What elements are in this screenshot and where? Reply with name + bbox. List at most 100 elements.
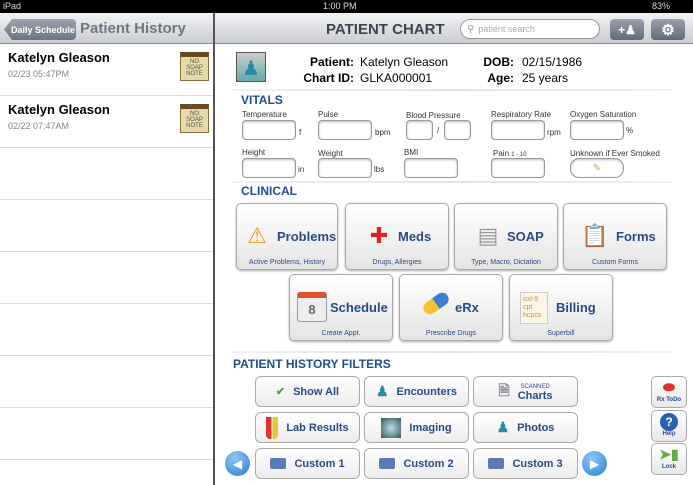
- resp-unit: rpm: [547, 128, 561, 137]
- daily-schedule-button[interactable]: Daily Schedule: [4, 19, 76, 40]
- tile-title: SOAP: [507, 229, 544, 244]
- height-unit: in: [298, 165, 305, 174]
- list-item[interactable]: Katelyn Gleason 02/23 05:47PM NO SOAP NOTE: [0, 44, 213, 96]
- clipboard-icon: 📋: [581, 223, 609, 248]
- next-arrow-button[interactable]: ▶: [582, 451, 607, 476]
- filter-label: Imaging: [409, 421, 452, 434]
- lab-results-filter[interactable]: Lab Results: [255, 412, 360, 443]
- search-placeholder: patient search: [478, 24, 535, 34]
- tile-title: Forms: [616, 229, 656, 244]
- filter-label: Custom 2: [403, 457, 454, 470]
- encounters-filter[interactable]: ♟ Encounters: [364, 376, 469, 407]
- tile-subtitle: Prescribe Drugs: [425, 330, 477, 337]
- smoking-status-button[interactable]: ✎: [570, 158, 624, 178]
- chart-id-label: Chart ID:: [303, 71, 354, 85]
- tile-subtitle: Type, Macro, Dictation: [471, 259, 541, 266]
- pill-icon: [420, 290, 452, 317]
- meds-tile[interactable]: ✚ Meds Drugs, Allergies: [345, 203, 449, 270]
- photos-filter[interactable]: ♟ Photos: [473, 412, 578, 443]
- height-input[interactable]: [242, 158, 296, 178]
- empty-row: [0, 304, 213, 356]
- rx-todo-label: Rx ToDo: [656, 397, 682, 403]
- pain-text: Pain: [493, 149, 510, 158]
- custom-2-filter[interactable]: Custom 2: [364, 448, 469, 479]
- xray-icon: [381, 417, 402, 438]
- folder-icon: [270, 458, 287, 469]
- billing-tile[interactable]: icd-9 cpt hcpcs Billing Superbill: [509, 274, 613, 341]
- diastolic-input[interactable]: [444, 120, 471, 140]
- custom-1-filter[interactable]: Custom 1: [255, 448, 360, 479]
- filter-label: Show All: [293, 385, 340, 398]
- checkmark-icon: ✔: [275, 386, 286, 398]
- medicine-bottle-icon: ✚: [369, 223, 389, 248]
- add-user-icon: +♟: [618, 22, 636, 37]
- settings-button[interactable]: ⚙: [651, 19, 685, 40]
- no-soap-note-icon: NO SOAP NOTE: [180, 52, 209, 81]
- filters-heading: PATIENT HISTORY FILTERS: [233, 357, 391, 371]
- systolic-input[interactable]: [406, 120, 433, 140]
- filter-label: Lab Results: [286, 421, 349, 434]
- schedule-tile[interactable]: 8 Schedule Create Appt.: [289, 274, 393, 341]
- chart-id-value: GLKA000001: [360, 71, 433, 85]
- split-divider: [213, 13, 215, 485]
- height-label: Height: [242, 148, 266, 157]
- gear-icon: ⚙: [661, 21, 675, 39]
- imaging-filter[interactable]: Imaging: [364, 412, 469, 443]
- divider: [232, 351, 672, 353]
- lock-button[interactable]: ➤▮ Lock: [651, 443, 687, 475]
- list-item[interactable]: Katelyn Gleason 02/22 07:47AM NO SOAP NOTE: [0, 96, 213, 148]
- patient-name-value: Katelyn Gleason: [360, 55, 449, 69]
- add-patient-button[interactable]: +♟: [610, 19, 644, 40]
- temperature-label: Temperature: [242, 110, 287, 119]
- pulse-label: Pulse: [318, 110, 339, 119]
- weight-label: Weight: [318, 149, 343, 158]
- tile-subtitle: Custom Forms: [592, 259, 638, 266]
- pain-input[interactable]: [491, 158, 545, 178]
- warning-icon: ⚠: [247, 223, 267, 248]
- person-icon: ♟: [496, 419, 510, 435]
- pain-label: Pain 1 - 10: [493, 149, 527, 158]
- oxygen-saturation-input[interactable]: [570, 120, 624, 140]
- erx-tile[interactable]: eRx Prescribe Drugs: [399, 274, 503, 341]
- soap-tile[interactable]: ▤ SOAP Type, Macro, Dictation: [454, 203, 558, 270]
- custom-3-filter[interactable]: Custom 3: [473, 448, 578, 479]
- patient-history-title: Patient History: [80, 20, 186, 37]
- door-exit-icon: ➤▮: [659, 446, 679, 462]
- empty-row: [0, 408, 213, 460]
- empty-row: [0, 356, 213, 408]
- tile-title: Meds: [398, 229, 432, 244]
- oxygen-unit: %: [626, 126, 634, 135]
- dob-label: DOB:: [483, 55, 514, 69]
- scanned-charts-filter[interactable]: 🗎 SCANNED Charts: [473, 376, 578, 407]
- pulse-input[interactable]: [318, 120, 372, 140]
- test-tubes-icon: [266, 416, 279, 439]
- tile-subtitle: Drugs, Allergies: [372, 259, 422, 266]
- previous-arrow-button[interactable]: ◀: [225, 451, 250, 476]
- battery: 83%: [652, 1, 671, 11]
- problems-tile[interactable]: ⚠ Problems Active Problems, History: [236, 203, 338, 270]
- help-button[interactable]: ? Help: [651, 410, 687, 442]
- document-icon: ▤: [477, 223, 499, 248]
- status-bar: iPad 1:00 PM 83%: [0, 0, 693, 13]
- bmi-input[interactable]: [404, 158, 458, 178]
- tile-title: eRx: [455, 300, 479, 315]
- pulse-unit: bpm: [375, 128, 391, 137]
- patient-label: Patient:: [309, 55, 354, 69]
- filter-label: Custom 3: [512, 457, 563, 470]
- dob-value: 02/15/1986: [522, 55, 583, 69]
- rx-todo-button[interactable]: ⬬ Rx ToDo: [651, 376, 687, 408]
- weight-input[interactable]: [318, 158, 372, 178]
- visit-date: 02/23 05:47PM: [8, 69, 70, 79]
- respiratory-rate-input[interactable]: [491, 120, 545, 140]
- patient-search-input[interactable]: ⚲ patient search: [460, 19, 600, 39]
- temperature-input[interactable]: [242, 120, 296, 140]
- help-label: Help: [662, 431, 676, 437]
- show-all-filter[interactable]: ✔ Show All: [255, 376, 360, 407]
- vitals-heading: VITALS: [241, 93, 283, 107]
- person-icon: ♟: [375, 383, 389, 399]
- filter-label: Encounters: [396, 385, 458, 398]
- forms-tile[interactable]: 📋 Forms Custom Forms: [563, 203, 667, 270]
- help-icon: ?: [652, 411, 686, 431]
- oxygen-saturation-label: Oxygen Saturation: [570, 110, 637, 119]
- filter-label: Charts: [517, 389, 553, 402]
